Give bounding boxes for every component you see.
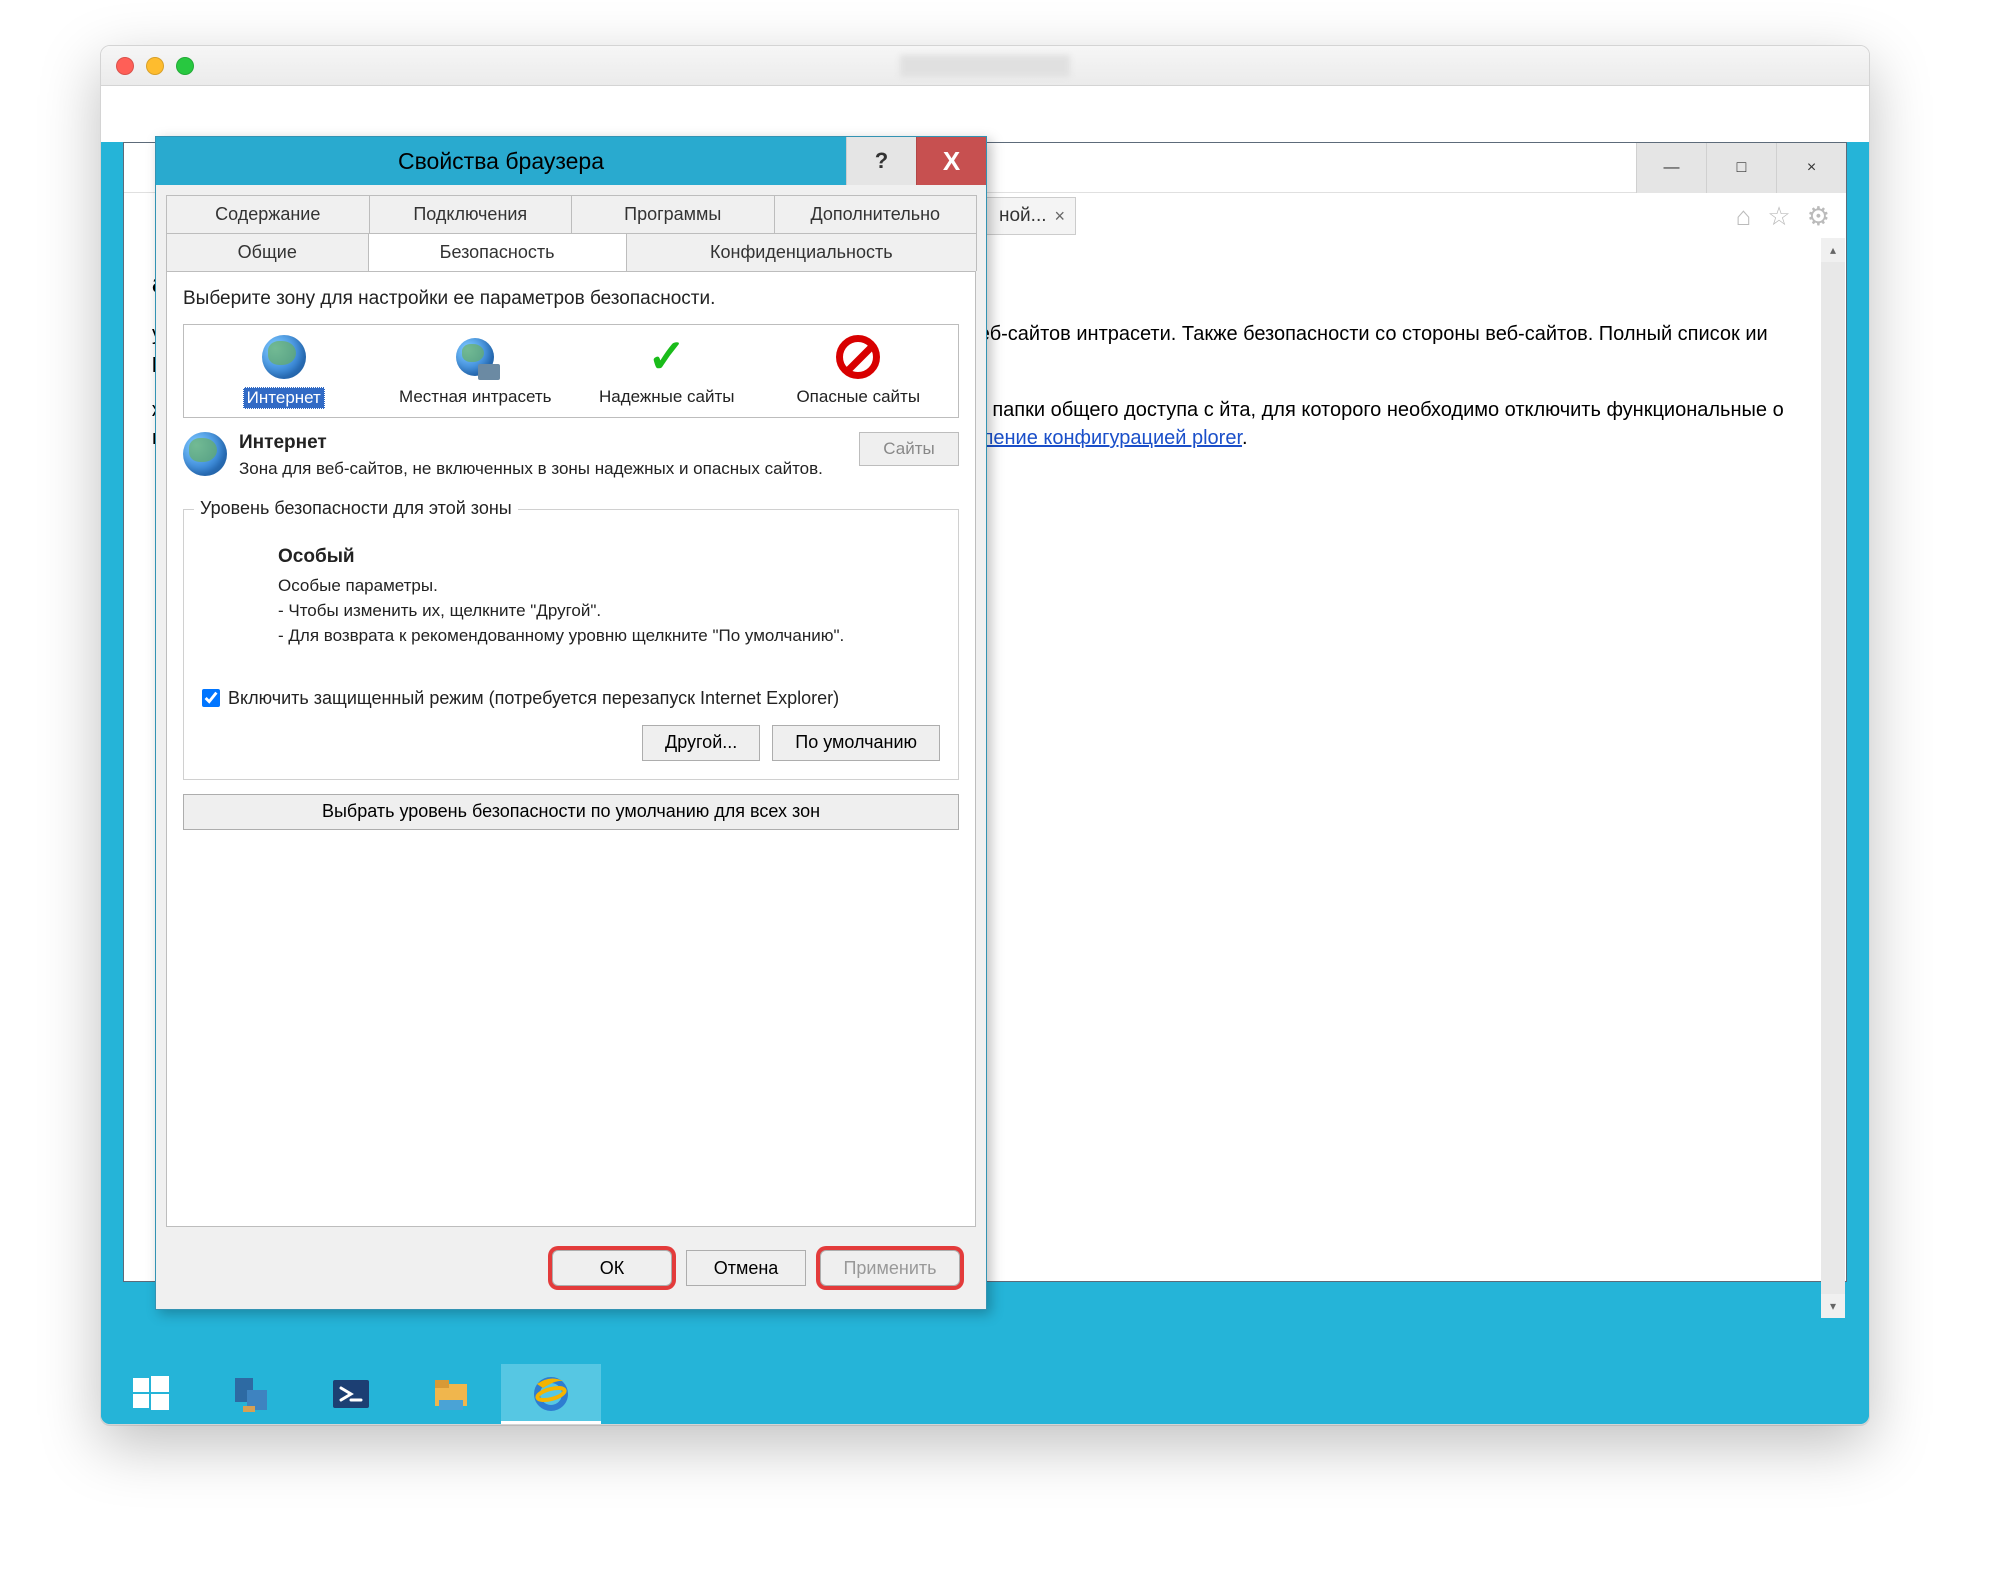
- vertical-scrollbar[interactable]: ▴ ▾: [1821, 238, 1845, 1318]
- help-button[interactable]: ?: [846, 137, 916, 185]
- zone-internet[interactable]: Интернет: [188, 333, 380, 409]
- ie-maximize-button[interactable]: □: [1706, 143, 1776, 193]
- tab-programs[interactable]: Программы: [571, 195, 775, 233]
- tab-connections[interactable]: Подключения: [369, 195, 573, 233]
- mac-close-button[interactable]: [116, 57, 134, 75]
- windows-logo-icon: [133, 1376, 169, 1412]
- security-level-description: Особые параметры. - Чтобы изменить их, щ…: [278, 574, 940, 648]
- mac-zoom-button[interactable]: [176, 57, 194, 75]
- favorites-icon[interactable]: ☆: [1767, 201, 1790, 232]
- apply-button[interactable]: Применить: [820, 1250, 960, 1286]
- security-level-group: Уровень безопасности для этой зоны Особы…: [183, 509, 959, 779]
- security-level-title: Особый: [278, 546, 940, 568]
- home-icon[interactable]: ⌂: [1736, 201, 1752, 232]
- security-level-legend: Уровень безопасности для этой зоны: [194, 498, 518, 519]
- ie-tab-label: ной...: [999, 205, 1047, 227]
- mac-window-title-blurred: [900, 55, 1070, 77]
- taskbar-server-manager[interactable]: [201, 1364, 301, 1424]
- protected-mode-label: Включить защищенный режим (потребуется п…: [228, 686, 839, 710]
- zone-restricted-sites[interactable]: Опасные сайты: [763, 333, 955, 409]
- mac-outer-window: — □ × ной... × ⌂ ☆ ⚙ асности Internet Ex…: [100, 45, 1870, 1425]
- security-zones-list[interactable]: Интернет Местная интрасеть ✓ Надежные са…: [183, 324, 959, 418]
- close-icon[interactable]: ×: [1055, 206, 1066, 227]
- protected-mode-checkbox[interactable]: [202, 689, 220, 707]
- tab-privacy[interactable]: Конфиденциальность: [626, 233, 977, 271]
- taskbar-powershell[interactable]: [301, 1364, 401, 1424]
- start-button[interactable]: [101, 1364, 201, 1424]
- internet-explorer-icon: [531, 1374, 571, 1414]
- scroll-up-icon[interactable]: ▴: [1821, 238, 1845, 262]
- mac-titlebar: [101, 46, 1869, 86]
- tab-strip: Содержание Подключения Программы Дополни…: [166, 195, 976, 271]
- zone-description-title: Интернет: [239, 432, 847, 454]
- ie-minimize-button[interactable]: —: [1636, 143, 1706, 193]
- tab-general[interactable]: Общие: [166, 233, 369, 271]
- cancel-button[interactable]: Отмена: [686, 1250, 806, 1286]
- tab-content[interactable]: Содержание: [166, 195, 370, 233]
- protected-mode-checkbox-row[interactable]: Включить защищенный режим (потребуется п…: [202, 686, 940, 710]
- zone-select-label: Выберите зону для настройки ее параметро…: [183, 288, 959, 310]
- globe-icon: [183, 432, 227, 476]
- settings-icon[interactable]: ⚙: [1807, 201, 1830, 232]
- security-tab-panel: Выберите зону для настройки ее параметро…: [166, 271, 976, 1227]
- server-manager-icon: [231, 1374, 271, 1414]
- tab-security[interactable]: Безопасность: [368, 233, 627, 271]
- dialog-titlebar[interactable]: Свойства браузера ? X: [156, 137, 986, 185]
- mac-minimize-button[interactable]: [146, 57, 164, 75]
- taskbar-internet-explorer[interactable]: [501, 1364, 601, 1424]
- taskbar-file-explorer[interactable]: [401, 1364, 501, 1424]
- tab-advanced[interactable]: Дополнительно: [774, 195, 978, 233]
- ie-browser-tab[interactable]: ной... ×: [984, 197, 1076, 235]
- ie-close-button[interactable]: ×: [1776, 143, 1846, 193]
- close-button[interactable]: X: [916, 137, 986, 185]
- custom-level-button[interactable]: Другой...: [642, 725, 760, 761]
- default-level-button[interactable]: По умолчанию: [772, 725, 940, 761]
- dialog-footer: ОК Отмена Применить: [166, 1227, 976, 1309]
- dialog-title: Свойства браузера: [156, 148, 846, 175]
- zone-trusted-sites[interactable]: ✓ Надежные сайты: [571, 333, 763, 409]
- windows-desktop: — □ × ной... × ⌂ ☆ ⚙ асности Internet Ex…: [101, 142, 1869, 1424]
- scroll-down-icon[interactable]: ▾: [1821, 1294, 1845, 1318]
- browser-properties-dialog: Свойства браузера ? X Содержание Подключ…: [155, 136, 987, 1310]
- checkmark-icon: ✓: [647, 329, 686, 384]
- zone-local-intranet[interactable]: Местная интрасеть: [380, 333, 572, 409]
- globe-computer-icon: [456, 338, 494, 376]
- reset-all-zones-button[interactable]: Выбрать уровень безопасности по умолчани…: [183, 794, 959, 830]
- powershell-icon: [331, 1374, 371, 1414]
- ok-button[interactable]: ОК: [552, 1250, 672, 1286]
- globe-icon: [262, 335, 306, 379]
- block-icon: [836, 335, 880, 379]
- file-explorer-icon: [431, 1374, 471, 1414]
- windows-taskbar[interactable]: [101, 1364, 1869, 1424]
- zone-description-text: Зона для веб-сайтов, не включенных в зон…: [239, 458, 847, 481]
- sites-button[interactable]: Сайты: [859, 432, 959, 466]
